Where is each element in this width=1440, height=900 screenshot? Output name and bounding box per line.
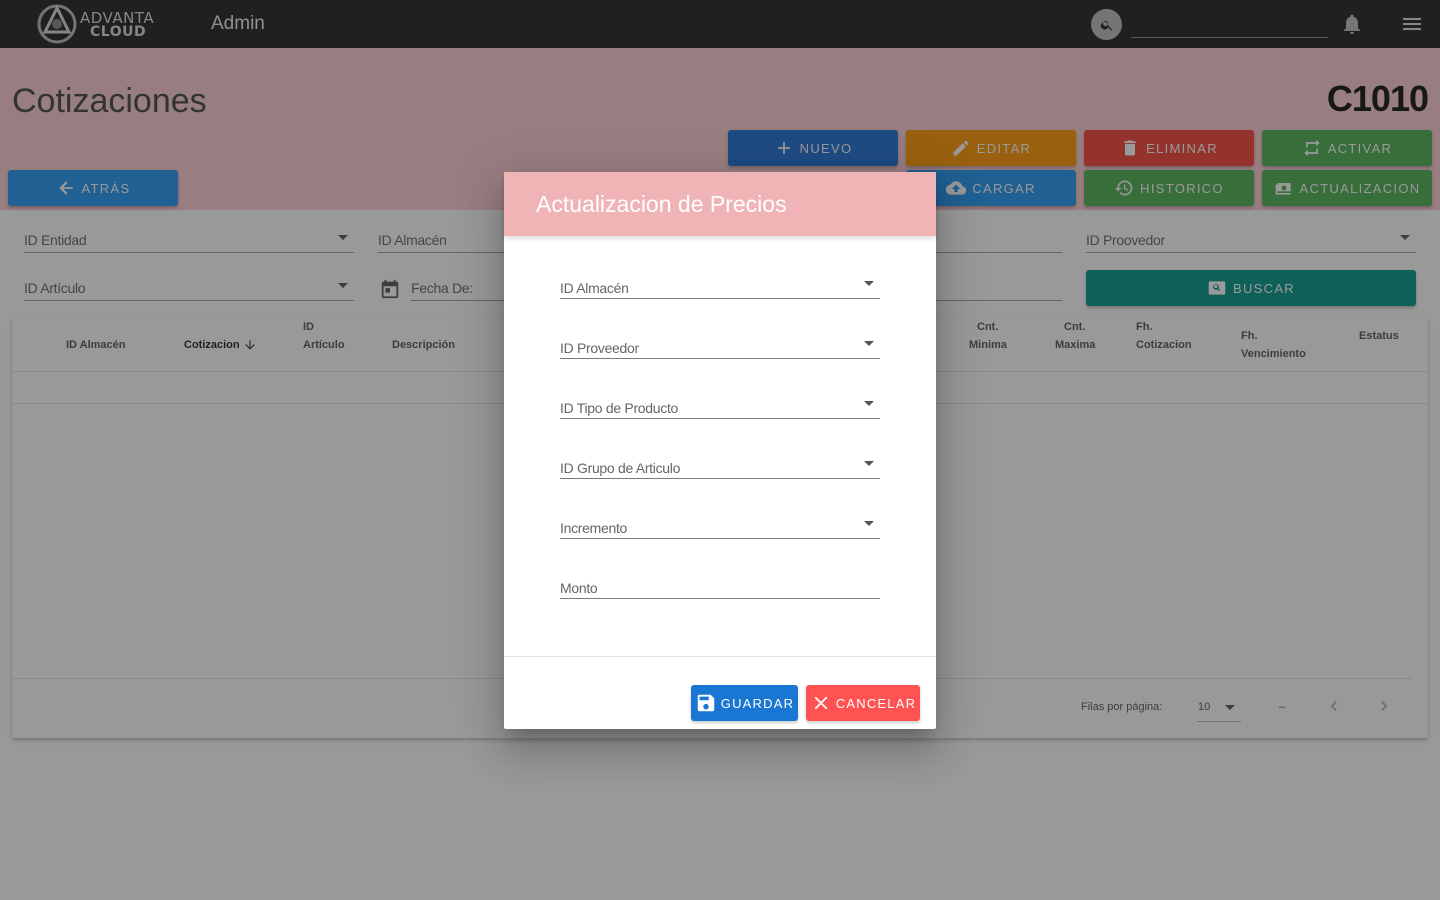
dialog-id-grupo-articulo-label: ID Grupo de Articulo	[560, 460, 681, 476]
actualizacion-precios-dialog: Actualizacion de Precios ID Almacén ID P…	[504, 172, 936, 729]
dialog-id-proveedor-select[interactable]: ID Proveedor	[560, 327, 880, 359]
dialog-id-almacen-select[interactable]: ID Almacén	[560, 267, 880, 299]
cancelar-label: CANCELAR	[835, 695, 917, 711]
dialog-actions-divider	[504, 656, 936, 657]
dialog-id-grupo-articulo-select[interactable]: ID Grupo de Articulo	[560, 447, 880, 479]
dialog-incremento-label: Incremento	[560, 520, 628, 536]
dialog-id-proveedor-label: ID Proveedor	[560, 340, 639, 356]
dropdown-caret-icon	[864, 401, 874, 406]
dialog-monto-label: Monto	[560, 580, 598, 596]
dialog-title: Actualizacion de Precios	[536, 191, 787, 217]
guardar-button[interactable]: GUARDAR	[691, 685, 798, 721]
dropdown-caret-icon	[864, 341, 874, 346]
dialog-id-almacen-label: ID Almacén	[560, 280, 629, 296]
dropdown-caret-icon	[864, 281, 874, 286]
save-floppy-icon	[697, 694, 715, 712]
close-icon	[814, 696, 828, 710]
dialog-header: Actualizacion de Precios	[504, 172, 936, 236]
dialog-id-tipo-producto-select[interactable]: ID Tipo de Producto	[560, 387, 880, 419]
cancelar-button[interactable]: CANCELAR	[806, 685, 920, 721]
guardar-label: GUARDAR	[720, 695, 795, 711]
dialog-incremento-select[interactable]: Incremento	[560, 507, 880, 539]
dropdown-caret-icon	[864, 461, 874, 466]
dialog-id-tipo-producto-label: ID Tipo de Producto	[560, 400, 679, 416]
dropdown-caret-icon	[864, 521, 874, 526]
dialog-monto-input[interactable]: Monto	[560, 567, 880, 599]
